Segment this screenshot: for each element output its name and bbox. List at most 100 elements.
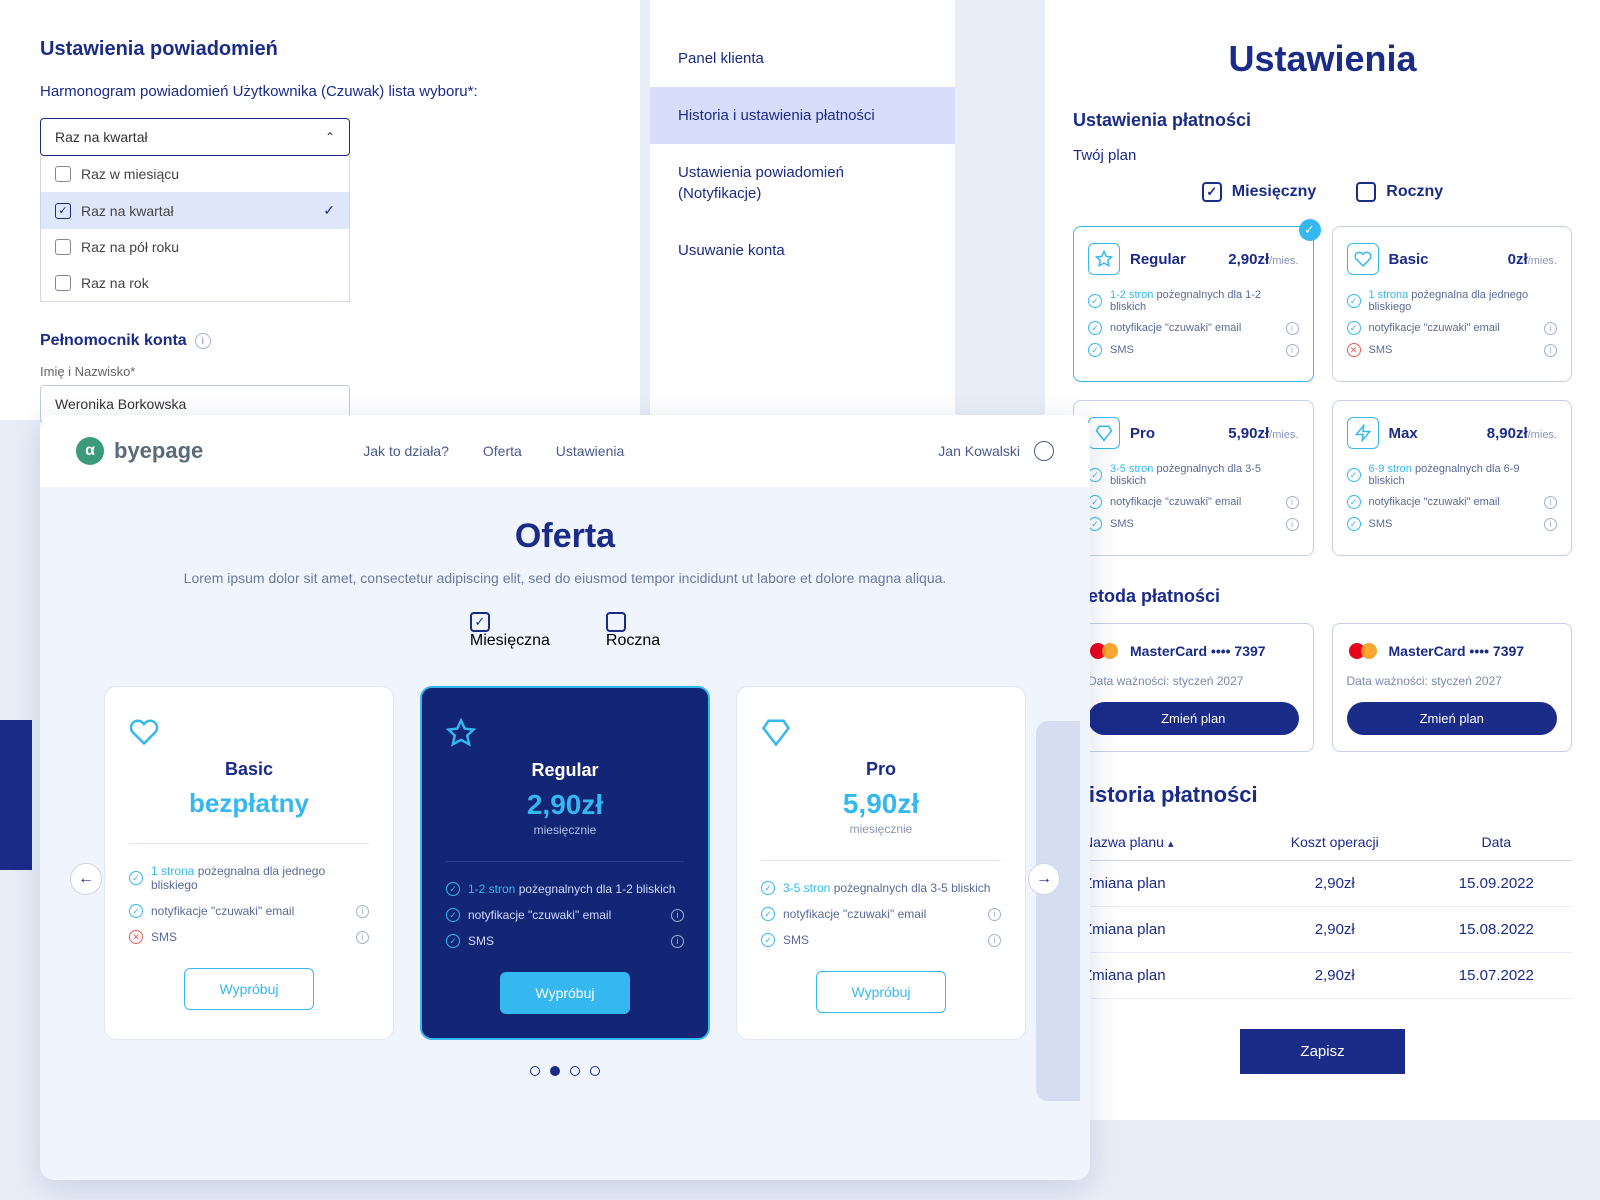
info-icon[interactable]: i (1544, 344, 1557, 357)
logo-icon: α (76, 437, 104, 465)
schedule-option[interactable]: Raz na pół roku (41, 229, 349, 265)
check-icon: ✓ (446, 908, 460, 922)
col-plan[interactable]: Nazwa planu▴ (1073, 824, 1249, 861)
schedule-dropdown: Raz w miesiącu ✓ Raz na kwartał ✓ Raz na… (40, 156, 350, 302)
info-icon[interactable]: i (1544, 322, 1557, 335)
info-icon[interactable]: i (1286, 518, 1299, 531)
carousel-dot[interactable] (530, 1066, 540, 1076)
x-icon: ✕ (129, 930, 143, 944)
nav-item-delete[interactable]: Usuwanie konta (650, 222, 955, 279)
heart-icon (129, 717, 369, 747)
bolt-icon (1347, 417, 1379, 449)
decorative-block (0, 720, 32, 870)
col-date[interactable]: Data (1421, 824, 1572, 861)
info-icon[interactable]: i (1286, 322, 1299, 335)
check-icon: ✓ (1347, 321, 1361, 335)
plan-subhead: Twój plan (1073, 147, 1572, 164)
info-icon[interactable]: i (671, 935, 684, 948)
user-menu[interactable]: Jan Kowalski (938, 441, 1054, 461)
checkbox-checked-icon: ✓ (1202, 182, 1222, 202)
settings-panel: Ustawienia Ustawienia płatności Twój pla… (1045, 0, 1600, 1120)
checkbox-icon (55, 166, 71, 182)
nav-item-panel[interactable]: Panel klienta (650, 30, 955, 87)
info-icon[interactable]: i (1544, 518, 1557, 531)
info-icon[interactable]: i (671, 909, 684, 922)
mastercard-icon (1347, 640, 1379, 662)
star-icon (446, 718, 684, 748)
carousel-dot[interactable] (550, 1066, 560, 1076)
period-monthly[interactable]: ✓ Miesięczna (470, 612, 550, 650)
history-table: Nazwa planu▴ Koszt operacji Data Zmiana … (1073, 824, 1572, 999)
proxy-heading: Pełnomocnik konta i (40, 332, 600, 350)
check-icon: ✓ (761, 907, 775, 921)
schedule-label: Harmonogram powiadomień Użytkownika (Czu… (40, 83, 600, 100)
nav-link[interactable]: Ustawienia (556, 443, 624, 459)
col-cost[interactable]: Koszt operacji (1249, 824, 1421, 861)
carousel-prev-button[interactable]: ← (70, 863, 102, 895)
brand-logo[interactable]: α byepage (76, 437, 203, 465)
nav-link[interactable]: Jak to działa? (363, 443, 449, 459)
info-icon[interactable]: i (988, 934, 1001, 947)
next-card-peek (1036, 721, 1080, 1101)
check-icon: ✓ (1347, 517, 1361, 531)
info-icon[interactable]: i (356, 931, 369, 944)
notif-title: Ustawienia powiadomień (40, 38, 600, 61)
carousel-dots (76, 1066, 1054, 1076)
info-icon[interactable]: i (195, 333, 211, 349)
carousel-dot[interactable] (570, 1066, 580, 1076)
selected-badge-icon: ✓ (1299, 219, 1321, 241)
check-icon: ✓ (1088, 495, 1102, 509)
nav-item-notifications[interactable]: Ustawienia powiadomień (Notyfikacje) (650, 144, 955, 222)
diamond-icon (1088, 417, 1120, 449)
table-row: Zmiana plan2,90zł15.08.2022 (1073, 907, 1572, 953)
carousel-next-button[interactable]: → (1028, 863, 1060, 895)
plan-card-pro[interactable]: Pro 5,90zł/mies. ✓3-5 stron pożegnalnych… (1073, 400, 1314, 556)
period-yearly[interactable]: Roczna (606, 612, 660, 650)
history-heading: Historia płatności (1073, 782, 1572, 808)
table-row: Zmiana plan2,90zł15.09.2022 (1073, 861, 1572, 907)
check-icon: ✓ (1347, 495, 1361, 509)
check-icon: ✓ (761, 881, 775, 895)
carousel-dot[interactable] (590, 1066, 600, 1076)
checkbox-checked-icon: ✓ (55, 203, 71, 219)
info-icon[interactable]: i (1286, 344, 1299, 357)
check-icon: ✓ (446, 934, 460, 948)
offer-body: Oferta Lorem ipsum dolor sit amet, conse… (40, 487, 1090, 1106)
save-button[interactable]: Zapisz (1240, 1029, 1404, 1074)
nav-item-payments[interactable]: Historia i ustawienia płatności (650, 87, 955, 144)
star-icon (1088, 243, 1120, 275)
check-icon: ✓ (446, 882, 460, 896)
chevron-up-icon: ⌃ (325, 130, 335, 144)
schedule-option[interactable]: Raz w miesiącu (41, 156, 349, 192)
info-icon[interactable]: i (1544, 496, 1557, 509)
schedule-select[interactable]: Raz na kwartał ⌃ (40, 118, 350, 156)
settings-title: Ustawienia (1073, 38, 1572, 80)
try-button[interactable]: Wypróbuj (184, 968, 313, 1010)
offer-title: Oferta (76, 517, 1054, 556)
change-plan-button[interactable]: Zmień plan (1088, 702, 1299, 735)
period-monthly[interactable]: ✓ Miesięczny (1202, 182, 1316, 202)
user-icon (1034, 441, 1054, 461)
info-icon[interactable]: i (1286, 496, 1299, 509)
billing-period-toggle: ✓ Miesięczny Roczny (1073, 182, 1572, 202)
checkbox-checked-icon: ✓ (470, 612, 490, 632)
side-nav-panel: Panel klienta Historia i ustawienia płat… (650, 0, 955, 420)
try-button[interactable]: Wypróbuj (500, 972, 629, 1014)
checkbox-icon (55, 239, 71, 255)
info-icon[interactable]: i (988, 908, 1001, 921)
nav-link[interactable]: Oferta (483, 443, 522, 459)
diamond-icon (761, 717, 1001, 747)
period-yearly[interactable]: Roczny (1356, 182, 1443, 202)
info-icon[interactable]: i (356, 905, 369, 918)
schedule-option[interactable]: Raz na rok (41, 265, 349, 301)
plan-card-regular[interactable]: ✓ Regular 2,90zł/mies. ✓1-2 stron pożegn… (1073, 226, 1314, 382)
plan-card-basic[interactable]: Basic 0zł/mies. ✓1 strona pożegnalna dla… (1332, 226, 1573, 382)
check-icon: ✓ (1088, 468, 1102, 482)
payment-methods: MasterCard •••• 7397 Data ważności: styc… (1073, 623, 1572, 752)
try-button[interactable]: Wypróbuj (816, 971, 945, 1013)
change-plan-button[interactable]: Zmień plan (1347, 702, 1558, 735)
schedule-option[interactable]: ✓ Raz na kwartał ✓ (41, 192, 349, 229)
plan-card-max[interactable]: Max 8,90zł/mies. ✓6-9 stron pożegnalnych… (1332, 400, 1573, 556)
pricing-carousel: ← Basic bezpłatny ✓1 strona pożegnalna d… (76, 686, 1054, 1040)
mastercard-icon (1088, 640, 1120, 662)
